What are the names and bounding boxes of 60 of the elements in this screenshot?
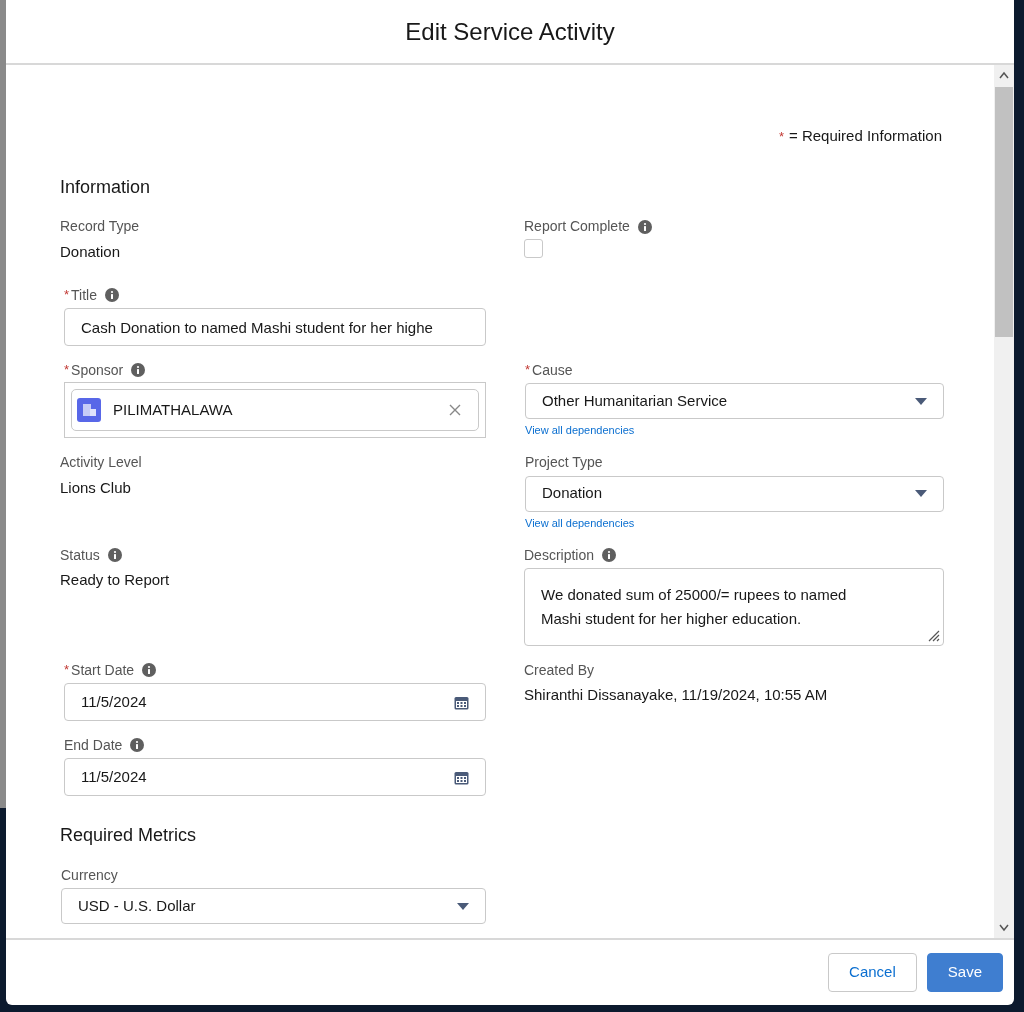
field-value: Lions Club — [60, 477, 132, 498]
field-label: Start Date — [71, 660, 135, 680]
info-icon[interactable] — [142, 663, 157, 677]
picklist-select[interactable]: Other Humanitarian Service — [525, 383, 944, 419]
required-asterisk: * — [64, 661, 70, 680]
field-label: Description — [524, 545, 595, 565]
field-label: Activity Level — [60, 453, 142, 472]
selected-record-pill[interactable]: PILIMATHALAWA — [71, 389, 479, 431]
field-label: Created By — [524, 660, 595, 680]
scroll-down-icon[interactable] — [999, 924, 1009, 932]
picklist-select[interactable]: Donation — [525, 475, 944, 512]
lookup-field[interactable]: PILIMATHALAWA — [64, 382, 486, 438]
field-label: Record Type — [60, 217, 140, 236]
required-note: = Required Information — [789, 126, 942, 146]
date-input[interactable]: 11/5/2024 — [64, 683, 486, 721]
title-input[interactable]: Cash Donation to named Mashi student for her highe — [64, 308, 486, 346]
field-label: Report Complete — [524, 217, 630, 236]
close-icon[interactable] — [449, 404, 461, 416]
building-icon — [77, 398, 101, 422]
info-icon[interactable] — [637, 219, 652, 234]
scroll-up-icon[interactable] — [999, 71, 1009, 79]
field-label: End Date — [64, 735, 123, 755]
description-textarea[interactable]: We donated sum of 25000/= rupees to named Mashi student for her higher education. — [524, 568, 944, 646]
dropdown-caret-icon — [915, 490, 927, 497]
info-icon[interactable] — [105, 288, 119, 302]
modal-title: Edit Service Activity — [405, 16, 615, 47]
calendar-icon[interactable] — [454, 769, 469, 785]
field-label: Title — [71, 285, 97, 305]
required-asterisk: * — [64, 286, 70, 305]
field-value: Donation — [60, 241, 122, 262]
field-label: Currency — [61, 865, 118, 885]
field-label: Cause — [532, 360, 573, 380]
info-icon[interactable] — [602, 548, 617, 562]
section-heading: Information — [60, 175, 152, 199]
required-asterisk: * — [778, 127, 784, 146]
picklist-select[interactable]: USD - U.S. Dollar — [61, 888, 486, 924]
info-icon[interactable] — [131, 363, 146, 377]
checkbox[interactable] — [524, 238, 543, 258]
required-asterisk: * — [64, 361, 70, 380]
scrollbar-thumb[interactable] — [995, 87, 1013, 337]
section-heading: Required Metrics — [60, 824, 198, 847]
field-label: Status — [60, 545, 100, 565]
save-button[interactable]: Save — [926, 953, 1003, 992]
required-asterisk: * — [525, 361, 531, 380]
cancel-button[interactable]: Cancel — [828, 953, 917, 992]
calendar-icon[interactable] — [454, 694, 469, 710]
date-input[interactable]: 11/5/2024 — [64, 758, 486, 796]
scrollbar[interactable] — [994, 65, 1014, 938]
info-icon[interactable] — [107, 548, 122, 562]
dropdown-caret-icon — [457, 902, 469, 910]
field-label: Sponsor — [71, 360, 124, 380]
field-value: Ready to Report — [60, 570, 171, 590]
record-name: PILIMATHALAWA — [113, 399, 234, 420]
dependencies-link[interactable]: View all dependencies — [525, 514, 635, 531]
resize-handle-icon[interactable] — [928, 630, 940, 642]
dependencies-link[interactable]: View all dependencies — [525, 422, 635, 439]
info-icon[interactable] — [130, 738, 145, 752]
dropdown-caret-icon — [915, 397, 927, 405]
field-value: Shiranthi Dissanayake, 11/19/2024, 10:55 AM — [524, 685, 829, 705]
field-label: Project Type — [525, 453, 603, 472]
